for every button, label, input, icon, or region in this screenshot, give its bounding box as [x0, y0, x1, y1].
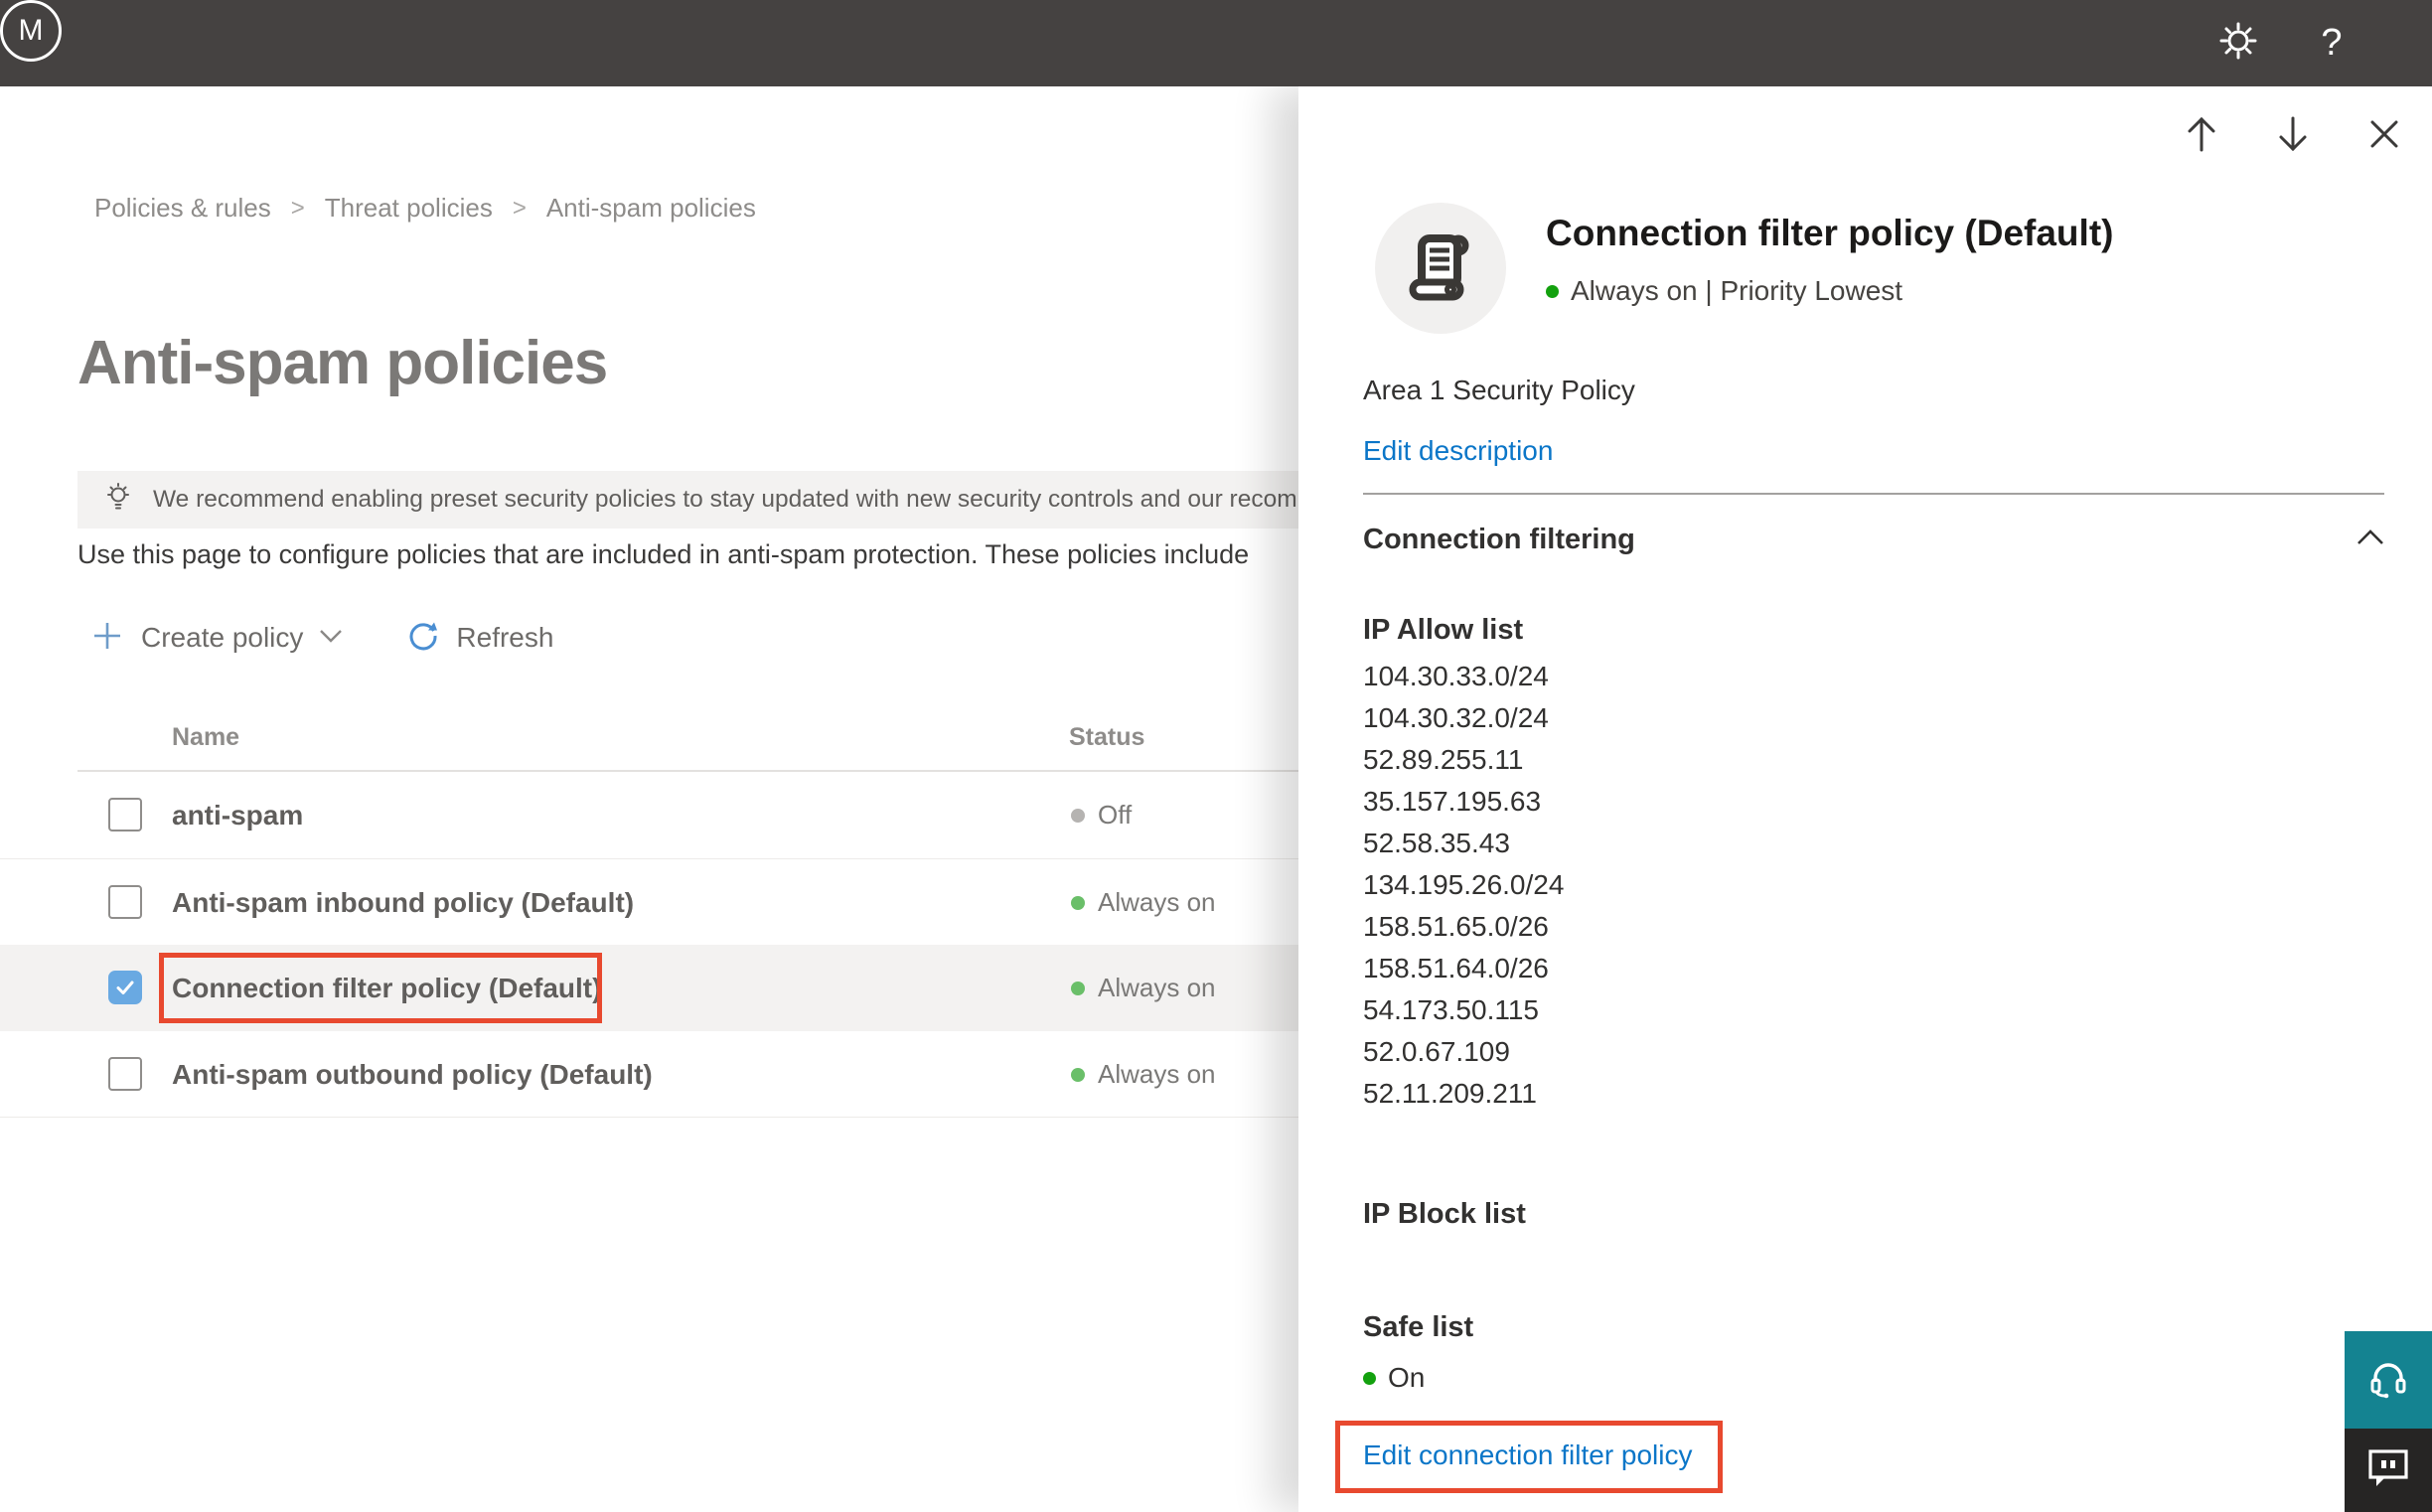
- policy-scroll-icon: [1408, 229, 1473, 308]
- safe-list-header: Safe list: [1363, 1311, 1474, 1343]
- arrow-up-icon: [2185, 114, 2218, 159]
- column-header-status[interactable]: Status: [1069, 723, 1144, 752]
- status-cell: Off: [1071, 772, 1132, 858]
- ip-entry: 134.195.26.0/24: [1363, 869, 1565, 900]
- flyout-nav: [2180, 114, 2406, 158]
- ip-allow-list-header: IP Allow list: [1363, 614, 1524, 646]
- safe-list-value: On: [1388, 1362, 1426, 1393]
- top-app-bar: ? M: [0, 0, 2432, 86]
- lightbulb-icon: [103, 482, 133, 519]
- status-dot-on: [1546, 284, 1559, 298]
- help-button[interactable]: ?: [2297, 0, 2366, 86]
- previous-item-button[interactable]: [2180, 114, 2223, 158]
- chevron-up-icon: [2356, 529, 2384, 550]
- create-policy-label: Create policy: [141, 622, 304, 653]
- breadcrumb: Policies & rules > Threat policies > Ant…: [94, 193, 756, 224]
- policy-name: Connection filter policy (Default): [172, 972, 602, 1003]
- ip-entry: 52.89.255.11: [1363, 744, 1524, 775]
- chevron-down-icon: [319, 629, 343, 648]
- refresh-label: Refresh: [456, 622, 554, 653]
- ip-entry: 35.157.195.63: [1363, 786, 1542, 817]
- column-header-name[interactable]: Name: [172, 723, 239, 752]
- chat-icon: [2366, 1447, 2410, 1494]
- flyout-title: Connection filter policy (Default): [1546, 213, 2114, 253]
- status-dot-on: [1071, 1067, 1085, 1082]
- policy-description: Area 1 Security Policy: [1363, 375, 1635, 405]
- support-button[interactable]: [2345, 1331, 2432, 1429]
- flyout-status-label: Always on | Priority Lowest: [1571, 275, 1903, 306]
- flyout-status: Always on | Priority Lowest: [1546, 275, 1902, 307]
- plus-icon: [91, 620, 123, 657]
- ip-entry: 52.58.35.43: [1363, 828, 1510, 858]
- status-cell: Always on: [1071, 945, 1216, 1031]
- status-label: Always on: [1098, 973, 1216, 1002]
- policy-avatar: [1375, 203, 1506, 334]
- status-dot-on: [1363, 1371, 1376, 1385]
- page-description: Use this page to configure policies that…: [77, 539, 1250, 569]
- section-label: Connection filtering: [1363, 524, 1635, 555]
- help-label: ?: [2321, 22, 2343, 64]
- toolbar: Create policy Refresh: [77, 612, 553, 664]
- settings-button[interactable]: [2204, 0, 2273, 86]
- edit-connection-filter-policy-link[interactable]: Edit connection filter policy: [1363, 1439, 1693, 1471]
- policy-name: Anti-spam inbound policy (Default): [172, 886, 635, 918]
- headset-icon: [2365, 1355, 2411, 1406]
- refresh-button[interactable]: Refresh: [343, 619, 553, 658]
- policy-name: anti-spam: [172, 799, 304, 831]
- ip-entry: 104.30.33.0/24: [1363, 661, 1549, 691]
- status-cell: Always on: [1071, 859, 1216, 946]
- refresh-icon: [406, 619, 440, 658]
- next-item-button[interactable]: [2271, 114, 2315, 158]
- row-checkbox-checked[interactable]: [108, 971, 142, 1004]
- ip-entry: 52.11.209.211: [1363, 1078, 1537, 1109]
- ip-entry: 52.0.67.109: [1363, 1036, 1510, 1067]
- status-label: Always on: [1098, 887, 1216, 917]
- gear-icon: [2218, 21, 2258, 66]
- breadcrumb-anti-spam-policies[interactable]: Anti-spam policies: [546, 193, 756, 224]
- status-dot-off: [1071, 808, 1085, 823]
- policy-name: Anti-spam outbound policy (Default): [172, 1058, 653, 1090]
- edit-description-link[interactable]: Edit description: [1363, 435, 1553, 467]
- arrow-down-icon: [2276, 114, 2310, 159]
- status-label: Off: [1098, 800, 1133, 830]
- banner-text: We recommend enabling preset security po…: [153, 486, 1331, 513]
- close-flyout-button[interactable]: [2362, 114, 2406, 158]
- status-cell: Always on: [1071, 1031, 1216, 1118]
- breadcrumb-policies-rules[interactable]: Policies & rules: [94, 193, 271, 224]
- ip-entry: 158.51.65.0/26: [1363, 911, 1549, 942]
- row-checkbox[interactable]: [108, 885, 142, 919]
- status-dot-on: [1071, 895, 1085, 910]
- policy-details-flyout: Connection filter policy (Default) Alway…: [1298, 86, 2432, 1512]
- ip-allow-list: 104.30.33.0/24 104.30.32.0/24 52.89.255.…: [1363, 656, 1564, 1115]
- status-dot-on: [1071, 981, 1085, 995]
- row-checkbox[interactable]: [108, 798, 142, 832]
- breadcrumb-threat-policies[interactable]: Threat policies: [325, 193, 493, 224]
- ip-entry: 54.173.50.115: [1363, 994, 1539, 1025]
- create-policy-button[interactable]: Create policy: [77, 620, 343, 657]
- page-title: Anti-spam policies: [77, 329, 608, 397]
- account-avatar[interactable]: M: [0, 0, 62, 62]
- screen: ? M Policies & rules > Threat policies >…: [0, 0, 2432, 1512]
- ip-entry: 104.30.32.0/24: [1363, 702, 1549, 733]
- breadcrumb-separator-icon: >: [290, 194, 305, 222]
- flyout-divider: [1363, 493, 2384, 495]
- breadcrumb-separator-icon: >: [512, 194, 527, 222]
- feedback-chat-button[interactable]: [2345, 1429, 2432, 1512]
- connection-filtering-section-toggle[interactable]: Connection filtering: [1363, 524, 2384, 556]
- ip-entry: 158.51.64.0/26: [1363, 953, 1549, 983]
- avatar-initial: M: [18, 14, 44, 47]
- status-label: Always on: [1098, 1059, 1216, 1089]
- ip-block-list-header: IP Block list: [1363, 1198, 1526, 1230]
- close-icon: [2368, 118, 2400, 155]
- safe-list-status: On: [1363, 1362, 1425, 1394]
- row-checkbox[interactable]: [108, 1057, 142, 1091]
